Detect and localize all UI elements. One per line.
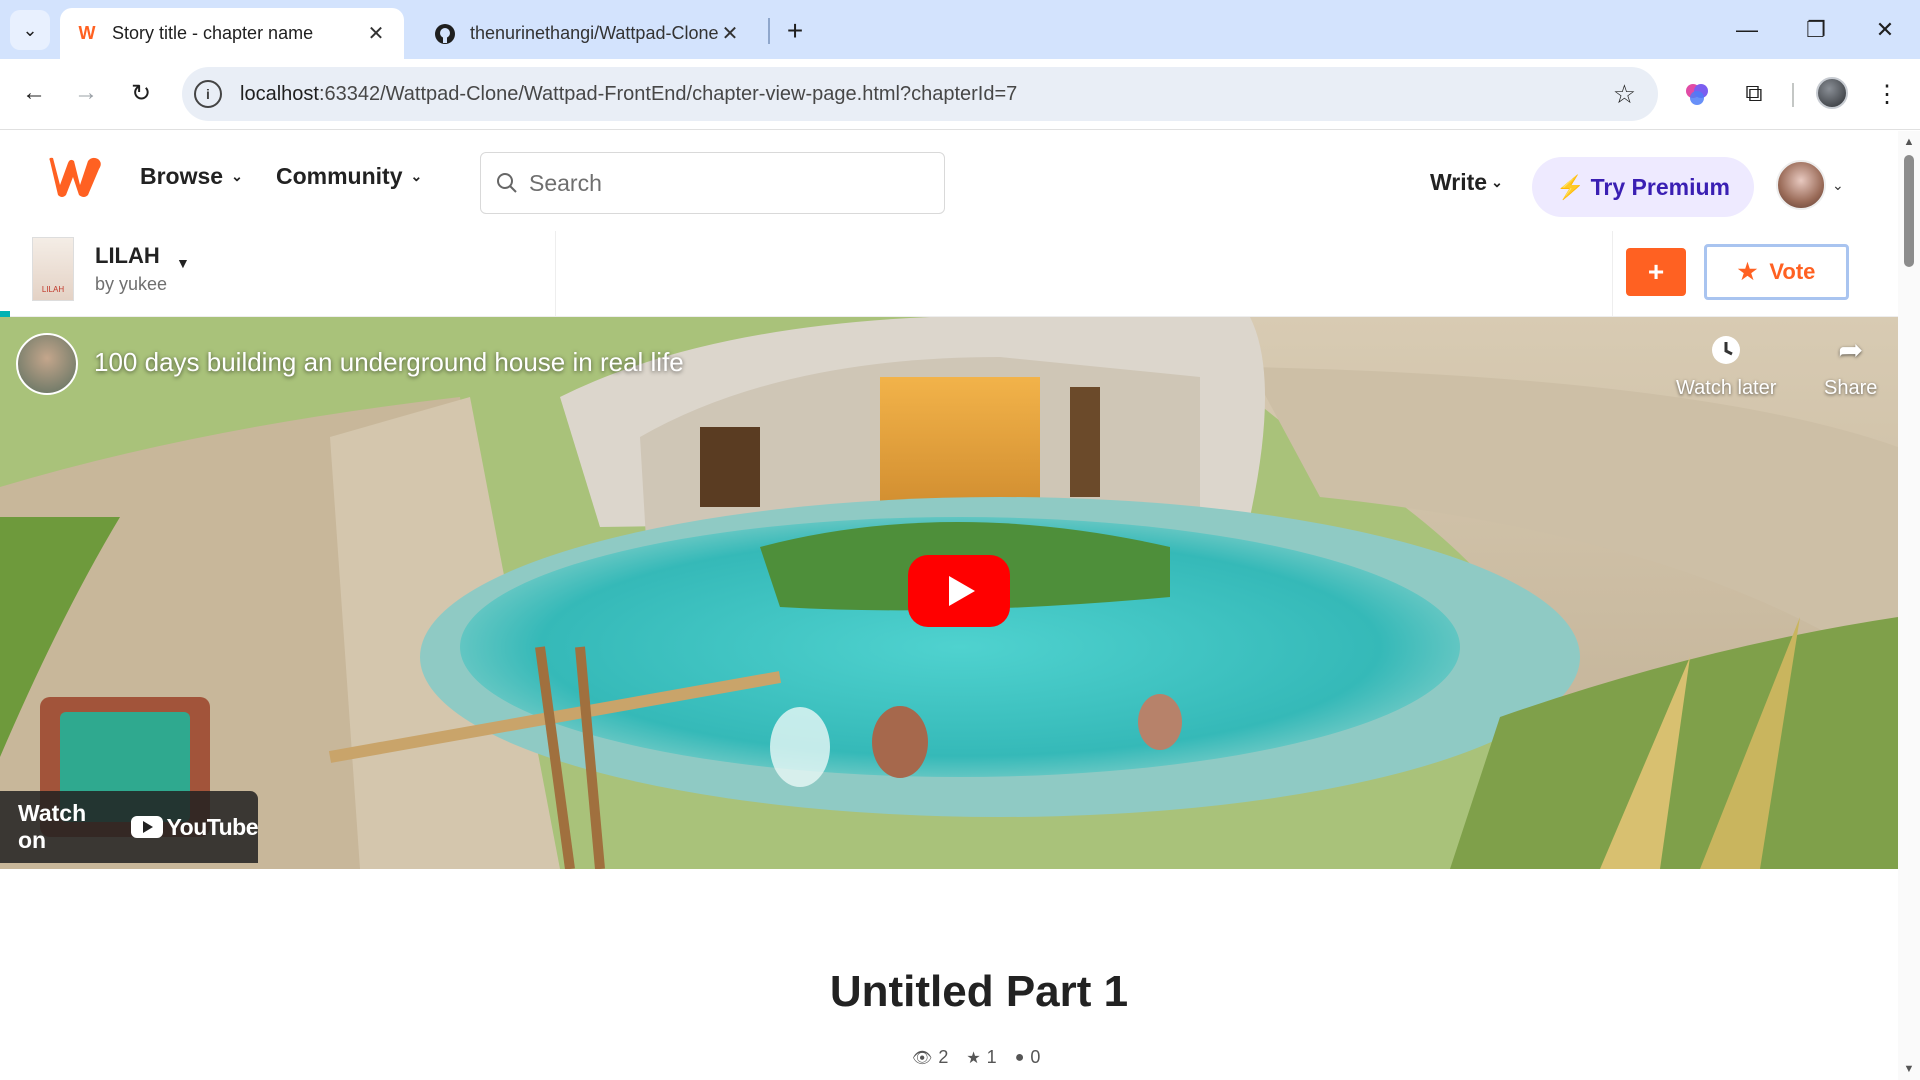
reload-icon[interactable]: ↻: [121, 73, 161, 113]
watch-later-button[interactable]: Watch later: [1676, 333, 1776, 400]
address-bar[interactable]: i localhost:63342/Wattpad-Clone/Wattpad-…: [182, 67, 1658, 121]
reads-stat: 👁 2: [912, 1047, 949, 1067]
youtube-logo-icon: YouTube: [130, 814, 259, 841]
search-input[interactable]: Search: [480, 152, 945, 214]
channel-avatar[interactable]: [16, 333, 78, 395]
share-arrow-icon: ➦: [1838, 333, 1864, 367]
add-to-list-button[interactable]: +: [1626, 248, 1686, 296]
star-icon: ★: [966, 1049, 981, 1067]
forward-arrow-icon[interactable]: →: [66, 73, 106, 113]
page-viewport: Browse ⌄ Community ⌄ Search Write ⌄ ⚡ Try Pr…: [0, 131, 1920, 1080]
chapter-stats: 👁 2 ★ 1 ● 0: [912, 1047, 1058, 1068]
page-scrollbar[interactable]: ▲ ▼: [1898, 131, 1920, 1080]
browse-menu[interactable]: Browse ⌄: [140, 163, 243, 190]
extension-brain-icon[interactable]: [1678, 75, 1716, 113]
search-icon: [495, 171, 519, 195]
user-avatar[interactable]: [1776, 160, 1826, 210]
chevron-down-icon: ⌄: [231, 168, 243, 184]
write-menu[interactable]: Write ⌄: [1430, 169, 1503, 196]
share-button[interactable]: ➦ Share: [1824, 333, 1877, 400]
scroll-up-arrow-icon[interactable]: ▲: [1902, 135, 1916, 149]
browser-profile-avatar[interactable]: [1816, 77, 1848, 109]
youtube-embed[interactable]: 100 days building an underground house i…: [0, 317, 1898, 869]
toolbar-separator: [1792, 83, 1794, 107]
story-title: LILAH: [95, 243, 160, 268]
play-button[interactable]: [908, 555, 1010, 627]
lightning-bolt-icon: ⚡: [1556, 173, 1585, 200]
restore-icon[interactable]: ❐: [1793, 10, 1839, 50]
close-tab-icon[interactable]: ✕: [364, 21, 388, 46]
tab-search-chevron-down-icon[interactable]: ⌄: [10, 10, 50, 50]
browser-tab-github[interactable]: thenurinethangi/Wattpad-Clone ✕: [418, 8, 758, 59]
site-info-icon[interactable]: i: [194, 80, 222, 108]
scrollbar-thumb[interactable]: [1904, 155, 1914, 267]
try-premium-button[interactable]: ⚡ Try Premium: [1532, 157, 1754, 217]
star-icon: ★: [1737, 259, 1758, 284]
url-text[interactable]: localhost:63342/Wattpad-Clone/Wattpad-Fr…: [240, 83, 1017, 106]
browser-tab-strip: ⌄ W Story title - chapter name ✕ thenuri…: [0, 0, 1920, 59]
clock-icon: [1709, 333, 1743, 367]
extensions-puzzle-icon[interactable]: ⧉: [1735, 75, 1773, 113]
browser-menu-icon[interactable]: ⋮: [1868, 75, 1906, 113]
story-info[interactable]: LILAH LILAH by yukee ▼: [0, 231, 556, 317]
wattpad-header: Browse ⌄ Community ⌄ Search Write ⌄ ⚡ Try Pr…: [0, 131, 1898, 231]
play-icon: [949, 576, 975, 606]
chapter-title: Untitled Part 1: [829, 967, 1129, 1016]
video-title[interactable]: 100 days building an underground house i…: [94, 347, 684, 378]
chevron-down-icon: ⌄: [410, 168, 423, 184]
bookmark-star-icon[interactable]: ☆: [1613, 79, 1636, 110]
close-tab-icon[interactable]: ✕: [718, 21, 742, 46]
caret-down-icon[interactable]: ▼: [176, 255, 190, 271]
search-placeholder: Search: [529, 169, 602, 196]
story-author: by yukee: [95, 274, 168, 294]
eye-icon: 👁: [912, 1049, 933, 1067]
minimize-icon[interactable]: —: [1724, 10, 1770, 50]
votes-stat: ★ 1: [966, 1047, 997, 1067]
browser-toolbar: ← → ↻ i localhost:63342/Wattpad-Clone/Wa…: [0, 59, 1920, 130]
comments-stat: ● 0: [1014, 1047, 1041, 1067]
story-cover[interactable]: LILAH: [32, 237, 74, 301]
vote-button[interactable]: ★ Vote: [1704, 244, 1849, 300]
chevron-down-icon[interactable]: ⌄: [1832, 177, 1844, 194]
github-icon: [434, 23, 456, 45]
tab-title: Story title - chapter name: [112, 23, 314, 43]
tab-separator: [768, 18, 770, 44]
new-tab-button[interactable]: +: [778, 14, 812, 48]
chevron-down-icon: ⌄: [1491, 174, 1503, 190]
wattpad-favicon-icon: W: [78, 23, 96, 43]
tab-title: thenurinethangi/Wattpad-Clone: [470, 23, 718, 43]
community-menu[interactable]: Community ⌄: [276, 163, 422, 190]
close-window-icon[interactable]: ✕: [1862, 10, 1908, 50]
story-bar: LILAH LILAH by yukee ▼ + ★ Vote: [0, 231, 1898, 317]
comment-icon: ●: [1014, 1048, 1025, 1066]
divider: [1612, 231, 1613, 317]
scroll-down-arrow-icon[interactable]: ▼: [1902, 1062, 1916, 1076]
browser-tab-active[interactable]: W Story title - chapter name ✕: [60, 8, 404, 59]
back-arrow-icon[interactable]: ←: [14, 73, 54, 113]
wattpad-logo-icon[interactable]: [46, 155, 104, 199]
watch-on-youtube-button[interactable]: Watch on YouTube: [0, 791, 259, 863]
